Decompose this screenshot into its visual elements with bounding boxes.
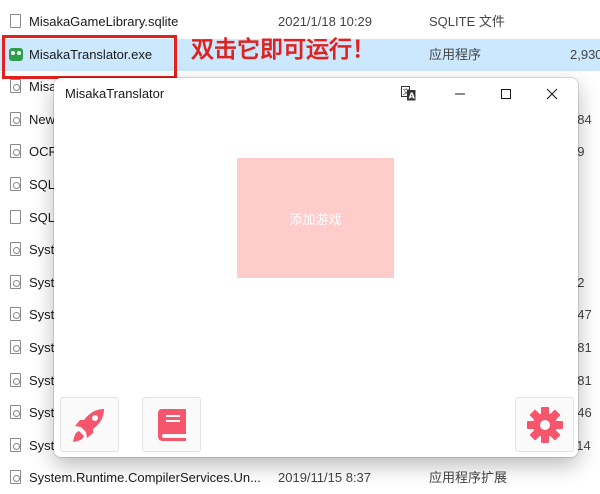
config-file-icon (10, 437, 21, 452)
gear-icon (527, 407, 563, 443)
file-name: MisakaGameLibrary.sqlite (29, 14, 179, 29)
language-button[interactable]: 文 A (396, 78, 422, 110)
start-button[interactable] (60, 397, 119, 452)
window-title: MisakaTranslator (65, 86, 165, 101)
config-file-icon (10, 144, 21, 159)
file-name: System.Runtime.CompilerServices.Un... (29, 470, 261, 486)
config-file-icon (10, 405, 21, 420)
rocket-icon (73, 409, 104, 442)
file-name: Syst (29, 405, 55, 421)
file-icon (10, 209, 21, 224)
file-name: SQL (29, 209, 56, 225)
config-file-icon (10, 242, 21, 257)
file-name: Syst (29, 340, 55, 355)
maximize-button[interactable] (483, 78, 529, 110)
config-file-icon (10, 340, 21, 354)
config-file-icon (10, 470, 21, 485)
config-file-icon (10, 274, 21, 289)
file-name: Syst (29, 437, 55, 453)
file-name: Syst (29, 274, 55, 290)
config-file-icon (10, 307, 21, 322)
file-name: Syst (29, 242, 55, 258)
file-type: SQLITE 文件 (429, 14, 505, 29)
annotation-text: 双击它即可运行！ (191, 37, 375, 63)
file-type: 应用程序扩展 (429, 470, 508, 486)
maximize-icon (501, 89, 511, 99)
close-icon (546, 88, 558, 100)
file-size: 2,930 (570, 46, 600, 62)
config-file-icon (10, 177, 21, 191)
file-name: SQL (29, 177, 56, 192)
file-row[interactable]: System.Runtime.CompilerServices.Un... 201… (0, 462, 600, 494)
misaka-translator-window: MisakaTranslator 文 A 添加游戏 (54, 78, 578, 457)
config-file-icon (10, 111, 21, 126)
svg-text:A: A (409, 92, 416, 101)
file-name: Syst (29, 372, 55, 388)
close-button[interactable] (529, 78, 575, 110)
add-game-button[interactable]: 添加游戏 (237, 158, 394, 278)
file-name: New (29, 111, 56, 127)
minimize-icon (455, 93, 465, 95)
title-bar[interactable]: MisakaTranslator 文 A (54, 78, 578, 110)
minimize-button[interactable] (437, 78, 483, 110)
file-type: 应用程序 (429, 46, 482, 62)
file-icon (10, 14, 21, 28)
highlight-box (2, 35, 177, 79)
book-icon (158, 409, 186, 441)
config-file-icon (10, 372, 21, 387)
file-date: 2019/11/15 8:37 (278, 470, 372, 486)
settings-button[interactable] (515, 397, 574, 452)
file-name: Syst (29, 307, 55, 323)
translate-icon: 文 A (401, 86, 416, 101)
config-file-icon (10, 79, 21, 94)
library-button[interactable] (142, 397, 201, 452)
